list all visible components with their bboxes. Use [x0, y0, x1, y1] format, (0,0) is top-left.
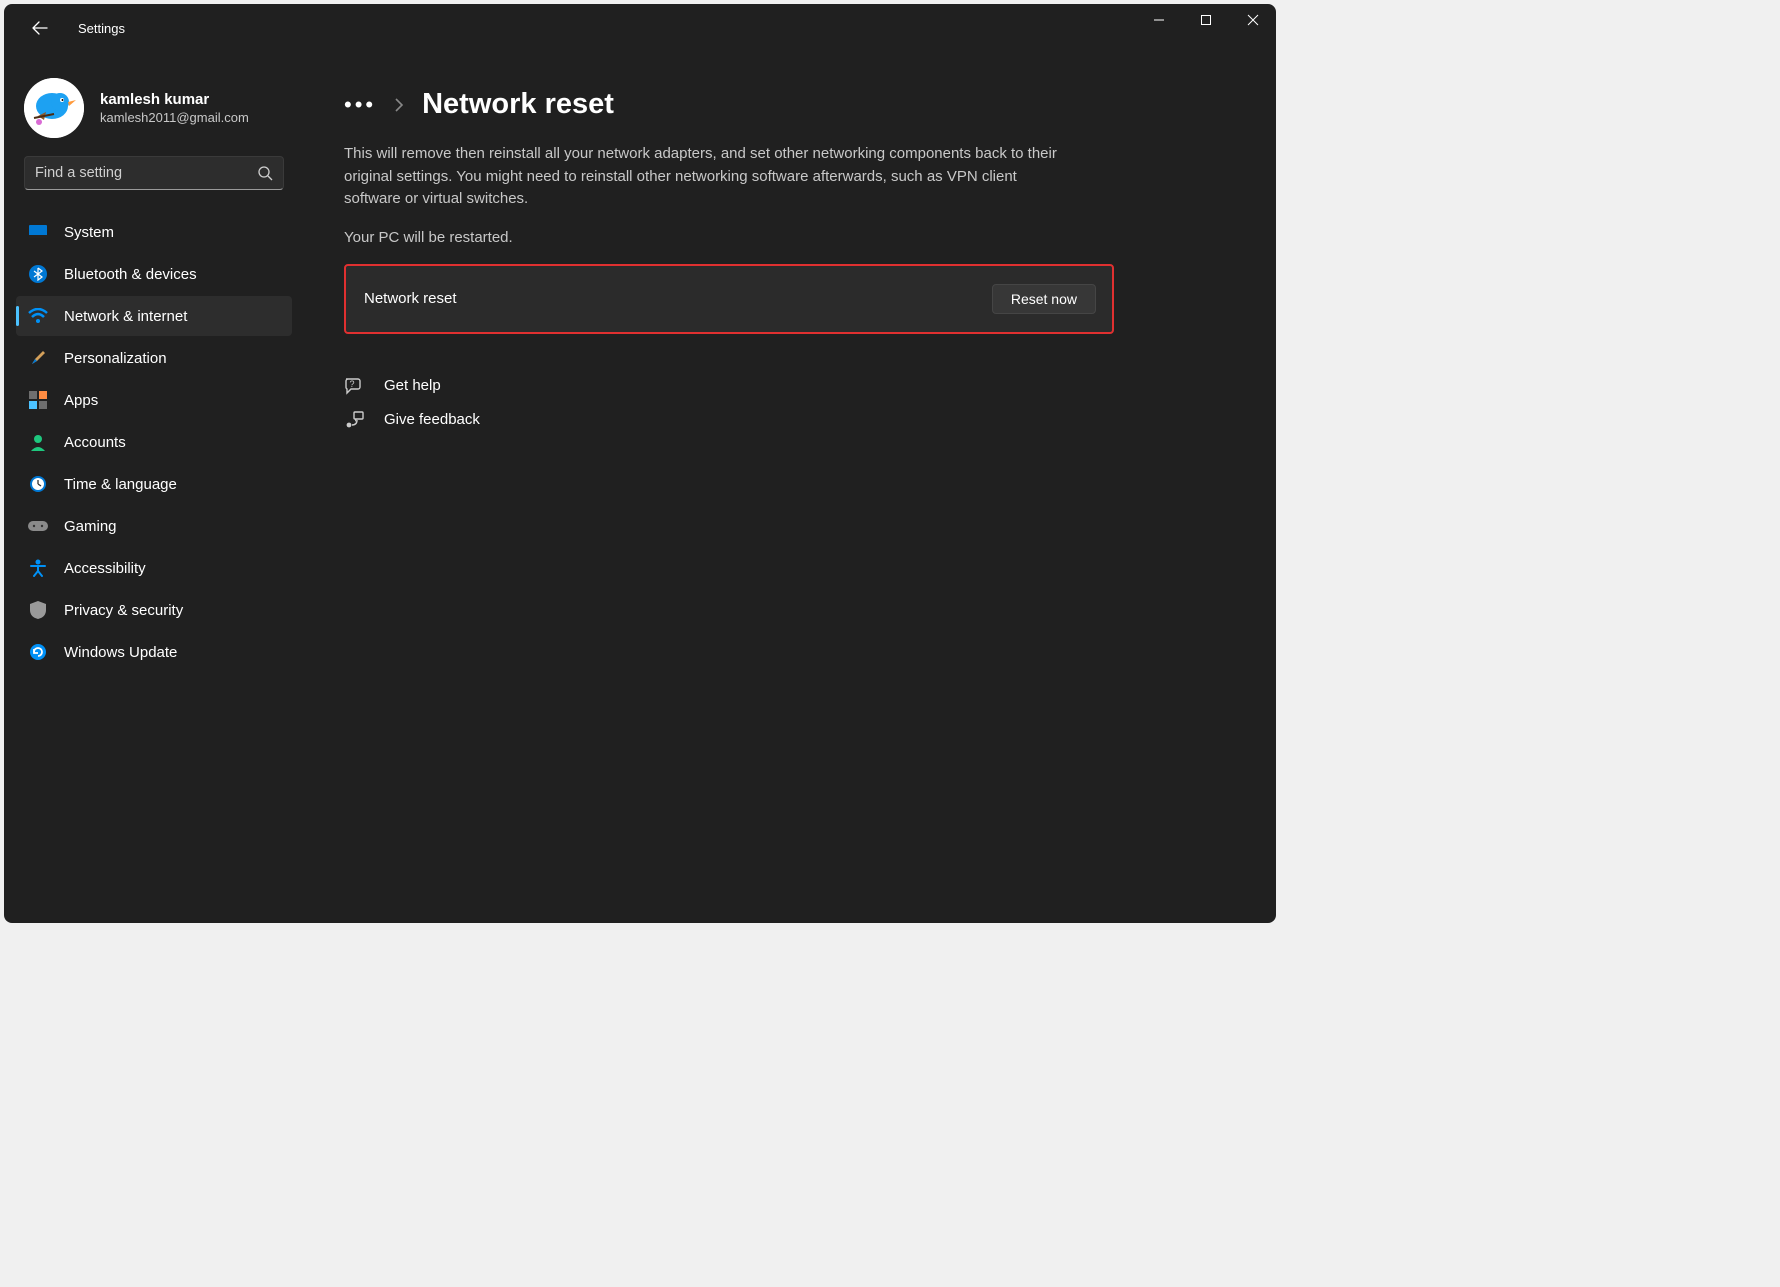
nav-label: Bluetooth & devices — [64, 266, 197, 283]
gamepad-icon — [28, 516, 48, 536]
clock-icon — [28, 474, 48, 494]
sidebar: kamlesh kumar kamlesh2011@gmail.com Syst… — [4, 52, 304, 923]
nav-label: Privacy & security — [64, 602, 183, 619]
breadcrumb: ••• Network reset — [344, 88, 1236, 121]
sidebar-item-system[interactable]: System — [16, 212, 292, 252]
nav-label: Personalization — [64, 350, 167, 367]
nav-label: Network & internet — [64, 308, 187, 325]
sidebar-item-bluetooth[interactable]: Bluetooth & devices — [16, 254, 292, 294]
sidebar-item-privacy[interactable]: Privacy & security — [16, 590, 292, 630]
apps-icon — [28, 390, 48, 410]
user-display-name: kamlesh kumar — [100, 91, 249, 108]
network-reset-card: Network reset Reset now — [344, 264, 1114, 334]
nav-label: Apps — [64, 392, 98, 409]
wifi-icon — [28, 306, 48, 326]
sidebar-item-accessibility[interactable]: Accessibility — [16, 548, 292, 588]
svg-text:?: ? — [349, 379, 354, 389]
sidebar-item-time-language[interactable]: Time & language — [16, 464, 292, 504]
chevron-right-icon — [394, 98, 404, 112]
back-button[interactable] — [20, 8, 60, 48]
nav-list: System Bluetooth & devices Network & int… — [4, 208, 304, 672]
reset-now-button[interactable]: Reset now — [992, 284, 1096, 314]
titlebar: Settings — [4, 4, 1276, 52]
app-title: Settings — [78, 21, 125, 36]
content-area: ••• Network reset This will remove then … — [304, 52, 1276, 923]
help-icon: ? — [344, 376, 364, 396]
give-feedback-link[interactable]: Give feedback — [344, 410, 1236, 430]
nav-label: System — [64, 224, 114, 241]
person-icon — [28, 432, 48, 452]
shield-icon — [28, 600, 48, 620]
user-profile[interactable]: kamlesh kumar kamlesh2011@gmail.com — [4, 64, 304, 156]
sidebar-item-windows-update[interactable]: Windows Update — [16, 632, 292, 672]
page-title: Network reset — [422, 88, 614, 121]
help-label: Get help — [384, 377, 441, 394]
minimize-button[interactable] — [1135, 4, 1182, 36]
nav-label: Windows Update — [64, 644, 177, 661]
minimize-icon — [1153, 14, 1165, 26]
search-icon — [257, 165, 273, 181]
arrow-left-icon — [32, 20, 48, 36]
nav-label: Gaming — [64, 518, 117, 535]
sidebar-item-gaming[interactable]: Gaming — [16, 506, 292, 546]
search-box[interactable] — [24, 156, 284, 190]
nav-label: Time & language — [64, 476, 177, 493]
search-input[interactable] — [35, 165, 257, 181]
feedback-label: Give feedback — [384, 411, 480, 428]
sidebar-item-apps[interactable]: Apps — [16, 380, 292, 420]
feedback-icon — [344, 410, 364, 430]
bluetooth-icon — [28, 264, 48, 284]
card-label: Network reset — [364, 290, 457, 307]
breadcrumb-more-icon[interactable]: ••• — [344, 92, 376, 118]
page-description: This will remove then reinstall all your… — [344, 143, 1064, 211]
paintbrush-icon — [28, 348, 48, 368]
accessibility-icon — [28, 558, 48, 578]
close-icon — [1247, 14, 1259, 26]
user-email: kamlesh2011@gmail.com — [100, 110, 249, 125]
avatar — [24, 78, 84, 138]
sidebar-item-accounts[interactable]: Accounts — [16, 422, 292, 462]
restart-note: Your PC will be restarted. — [344, 229, 1236, 246]
system-icon — [28, 222, 48, 242]
sidebar-item-network[interactable]: Network & internet — [16, 296, 292, 336]
update-icon — [28, 642, 48, 662]
nav-label: Accounts — [64, 434, 126, 451]
maximize-icon — [1200, 14, 1212, 26]
sidebar-item-personalization[interactable]: Personalization — [16, 338, 292, 378]
nav-label: Accessibility — [64, 560, 146, 577]
maximize-button[interactable] — [1182, 4, 1229, 36]
close-button[interactable] — [1229, 4, 1276, 36]
get-help-link[interactable]: ? Get help — [344, 376, 1236, 396]
